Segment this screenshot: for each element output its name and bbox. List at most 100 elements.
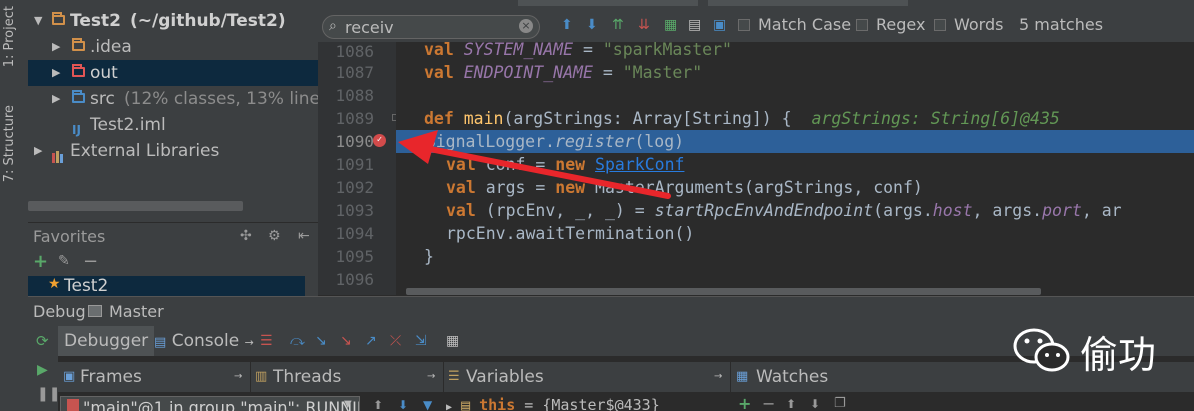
- tree-row-iml[interactable]: IJ Test2.iml: [28, 112, 318, 138]
- editor-scrollbar[interactable]: [406, 288, 1041, 295]
- variables-icon: ☰: [448, 369, 460, 384]
- frame-up-icon[interactable]: ⬆: [373, 398, 383, 411]
- frame-down-icon[interactable]: ⬇: [398, 398, 408, 411]
- drop-frame-icon[interactable]: ⤫: [390, 333, 401, 349]
- run-config-icon: [88, 305, 102, 317]
- move-up-icon[interactable]: ⬆: [786, 397, 796, 411]
- pause-icon[interactable]: ❚❚: [37, 386, 60, 402]
- variables-title: Variables: [466, 367, 544, 387]
- evaluate-expression-icon[interactable]: ▦: [446, 333, 459, 349]
- clear-icon[interactable]: ×: [519, 19, 533, 33]
- rerun-icon[interactable]: ⟳: [36, 332, 49, 350]
- project-tab-label: 1: Project: [2, 6, 17, 68]
- horizontal-scrollbar[interactable]: [28, 201, 243, 211]
- debug-config-name[interactable]: Master: [109, 302, 164, 321]
- tree-row-src[interactable]: ▶ src (12% classes, 13% lines covered): [28, 86, 318, 112]
- hide-icon[interactable]: ⇤: [298, 228, 310, 244]
- chevron-right-icon[interactable]: ▶: [52, 86, 60, 112]
- star-icon: ★: [48, 276, 61, 292]
- previous-occurrence-icon[interactable]: ⬆: [561, 17, 573, 33]
- threads-icon: ▥: [255, 369, 268, 384]
- code-line-1086: val SYSTEM_NAME = "sparkMaster": [424, 42, 732, 59]
- tab-debugger[interactable]: Debugger: [58, 326, 155, 356]
- pin-icon[interactable]: →: [234, 362, 242, 392]
- words-checkbox[interactable]: [934, 19, 946, 31]
- chevron-down-icon[interactable]: ▼: [34, 8, 42, 34]
- line-number: 1094: [335, 224, 374, 243]
- move-down-icon[interactable]: ⬇: [810, 397, 820, 411]
- remove-watch-icon[interactable]: −: [762, 394, 775, 411]
- chevron-right-icon[interactable]: ▶: [34, 138, 42, 164]
- next-occurrence-icon[interactable]: ⬇: [586, 17, 598, 33]
- favorites-title: Favorites: [33, 227, 106, 246]
- folder-icon: [72, 38, 85, 51]
- root-path: (~/github/Test2): [130, 11, 286, 31]
- edit-icon[interactable]: ✎: [58, 253, 70, 269]
- favorites-item[interactable]: ★ Test2: [28, 276, 305, 296]
- source-folder-icon: [72, 90, 85, 103]
- remove-icon[interactable]: −: [83, 251, 98, 272]
- chevron-right-icon[interactable]: ▶: [446, 402, 452, 411]
- tree-item-label: External Libraries: [70, 141, 220, 161]
- excluded-folder-icon: [72, 64, 85, 77]
- field-icon: ▤: [461, 396, 471, 411]
- structure-tool-tab[interactable]: 7: Structure: [2, 105, 17, 182]
- select-all-occurrences-icon[interactable]: ▦: [664, 17, 677, 33]
- export-icon[interactable]: ▣: [713, 17, 726, 33]
- match-case-checkbox[interactable]: [738, 19, 750, 31]
- step-over-icon[interactable]: ⤼: [290, 333, 305, 349]
- variable-row[interactable]: ▶ ▤ this = {Master$@433}: [446, 396, 731, 411]
- gear-icon[interactable]: ⚙: [268, 228, 281, 244]
- step-into-icon[interactable]: ↘: [315, 333, 327, 349]
- add-icon[interactable]: +: [33, 251, 48, 272]
- debug-side-toolbar: ⟳ ▶ ❚❚: [28, 326, 60, 411]
- search-input[interactable]: [345, 17, 515, 37]
- chevron-right-icon[interactable]: ▶: [52, 34, 60, 60]
- threads-header: ▥ Threads →: [251, 362, 444, 392]
- force-step-into-icon[interactable]: ↘: [340, 333, 352, 349]
- favorites-list: ★ Test2: [28, 276, 318, 296]
- watches-icon: ▦: [736, 369, 749, 384]
- tree-row-out[interactable]: ▶ out: [28, 60, 318, 86]
- pin-icon[interactable]: →: [427, 362, 435, 392]
- copy-icon[interactable]: ❐: [834, 396, 846, 411]
- pin-icon[interactable]: →: [245, 336, 254, 349]
- line-number: 1093: [335, 201, 374, 220]
- tree-row-libraries[interactable]: ▶ External Libraries: [28, 138, 318, 164]
- pin-icon[interactable]: →: [714, 362, 722, 392]
- pin-icon[interactable]: ✣: [240, 228, 252, 244]
- search-icon[interactable]: ⌕: [329, 18, 337, 34]
- search-field[interactable]: ⌕ ×: [322, 15, 540, 39]
- line-number: 1088: [335, 86, 374, 105]
- add-watch-icon[interactable]: +: [738, 394, 751, 411]
- add-selection-icon[interactable]: ⇈: [612, 17, 624, 33]
- editor-tab[interactable]: [708, 0, 908, 6]
- step-out-icon[interactable]: ↗: [365, 333, 377, 349]
- watermark: 偷功: [1012, 322, 1162, 377]
- libraries-icon: [52, 145, 64, 163]
- editor-tab[interactable]: [518, 0, 698, 6]
- tree-row-root[interactable]: ▼ Test2 (~/github/Test2): [28, 8, 318, 34]
- line-number: 1087: [335, 63, 374, 82]
- show-execution-point-icon[interactable]: ☰: [260, 333, 273, 349]
- chevron-right-icon[interactable]: ▶: [52, 60, 60, 86]
- resume-icon[interactable]: ▶: [37, 362, 48, 378]
- frames-header: ▣ Frames →: [58, 362, 251, 392]
- run-to-cursor-icon[interactable]: ⇲: [415, 333, 427, 349]
- filter-icon[interactable]: ▼: [423, 398, 432, 411]
- tree-row-idea[interactable]: ▶ .idea: [28, 34, 318, 60]
- coverage-detail: (12% classes, 13% lines covered): [124, 89, 318, 109]
- line-number: 1091: [335, 155, 374, 174]
- regex-checkbox[interactable]: [856, 19, 868, 31]
- filter-icon[interactable]: ▤: [688, 17, 701, 33]
- breakpoint-icon[interactable]: ✓: [373, 134, 386, 147]
- chevron-down-icon[interactable]: ▼: [344, 399, 352, 410]
- frames-icon: ▣: [63, 369, 76, 384]
- project-tool-tab[interactable]: 1: Project: [2, 6, 17, 67]
- thread-selector[interactable]: "main"@1 in group "main": RUNNING ▼: [60, 396, 360, 411]
- match-case-label: Match Case: [758, 15, 852, 34]
- code-line-1089: def main(argStrings: Array[String]) { ar…: [424, 109, 1060, 128]
- unselect-occurrence-icon[interactable]: ⇊: [638, 17, 650, 33]
- code-line-1087: val ENDPOINT_NAME = "Master": [424, 63, 703, 82]
- tab-console[interactable]: ▤ Console →: [148, 326, 260, 356]
